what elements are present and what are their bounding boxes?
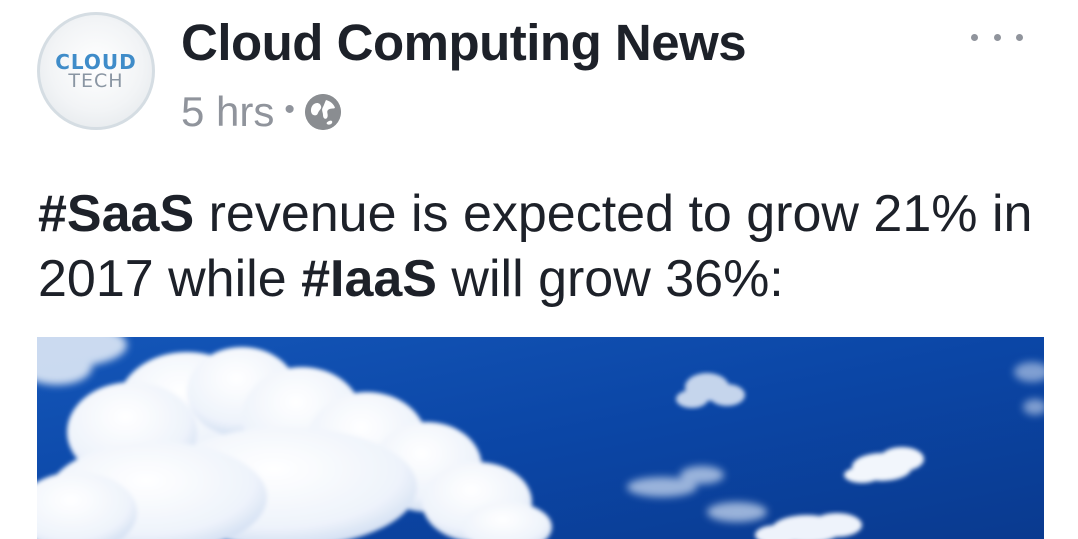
post-image[interactable]	[37, 337, 1044, 539]
globe-icon[interactable]	[304, 94, 341, 130]
avatar-logo-text-tech: TECH	[68, 69, 124, 92]
page-name-link[interactable]: Cloud Computing News	[181, 13, 747, 72]
more-dot	[1016, 33, 1023, 41]
hashtag-link-iaas[interactable]: #IaaS	[301, 250, 437, 308]
message-text: will grow 36%:	[436, 250, 784, 308]
post-timestamp[interactable]: 5 hrs	[181, 88, 274, 136]
avatar-logo-text-cloud: CLOUD	[55, 49, 137, 74]
more-dot	[993, 33, 1001, 41]
post-message: #SaaS revenue is expected to grow 21% in…	[38, 182, 1048, 312]
more-dot	[971, 33, 978, 41]
hashtag-link-saas[interactable]: #SaaS	[38, 185, 194, 243]
feed-post: CLOUD TECH Cloud Computing News 5 hrs • …	[0, 0, 1078, 539]
post-meta: 5 hrs •	[181, 88, 341, 136]
page-avatar[interactable]: CLOUD TECH	[37, 12, 155, 130]
more-options-icon[interactable]	[971, 26, 1023, 48]
meta-separator: •	[284, 93, 295, 126]
